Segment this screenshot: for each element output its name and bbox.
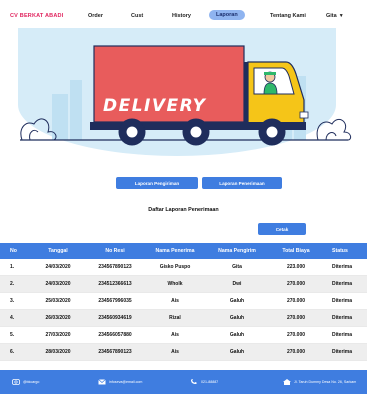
table-cell: 234567996035	[98, 298, 132, 304]
table-cell: 5.	[10, 332, 15, 338]
table-cell: 270.000	[286, 315, 306, 321]
laporan-penerimaan-button[interactable]: Laporan Penerimaan	[202, 177, 282, 189]
table-cell: 234566057880	[98, 332, 132, 338]
chevron-down-icon: ▼	[338, 13, 344, 19]
table-cell: 1.	[10, 264, 15, 270]
table-cell: 234567890123	[98, 349, 132, 355]
table-cell: 270.000	[286, 349, 306, 355]
table-cell: 223.000	[286, 264, 306, 270]
footer: @bkcargo infoseva@email.com 021-88887 Jl…	[0, 370, 367, 394]
table-cell: 234567890123	[98, 264, 132, 270]
table-body: 1. 24/03/2020 234567890123 Gisko Puspo Gita 2…	[0, 259, 367, 361]
table-cell: 26/03/2020	[45, 315, 71, 321]
footer-address-text: Jl. Taruh Dummy Desa No. 26, Sarkam	[294, 380, 357, 384]
nav-item-tentang-kami[interactable]: Tentang Kami	[270, 13, 306, 19]
table-cell: 3.	[10, 298, 15, 304]
footer-email-text: infoseva@email.com	[109, 380, 143, 384]
nav-item-cust[interactable]: Cust	[131, 13, 143, 19]
table-cell: 24/03/2020	[45, 264, 71, 270]
footer-instagram[interactable]: @bkcargo	[12, 379, 39, 385]
table-cell: Diterima	[332, 349, 353, 355]
table-cell: 24/03/2020	[45, 281, 71, 287]
table-cell: 28/03/2020	[45, 349, 71, 355]
table-row[interactable]: 4. 26/03/2020 234560934619 Rizal Galuh 270.00…	[0, 310, 367, 327]
table-cell: Ais	[171, 332, 179, 338]
hero-banner: DELIVERY	[0, 28, 367, 170]
home-icon	[283, 379, 291, 385]
column-header[interactable]: Total Biaya	[270, 248, 322, 254]
nav-item-order[interactable]: Order	[88, 13, 103, 19]
brand-logo-text[interactable]: CV BERKAT ABADI	[10, 13, 63, 19]
table-cell: Diterima	[332, 315, 353, 321]
table-row[interactable]: 5. 27/03/2020 234566057880 Ais Galuh 270.000 D…	[0, 327, 367, 344]
table-cell: Ais	[171, 349, 179, 355]
column-header[interactable]: Nama Pengirim	[204, 248, 270, 254]
column-header[interactable]: No Resi	[84, 248, 146, 254]
table-cell: Galuh	[229, 349, 245, 355]
mail-icon	[98, 379, 106, 385]
truck-delivery-text: DELIVERY	[103, 96, 207, 116]
footer-phone[interactable]: 021-88887	[190, 379, 218, 385]
table-cell: Galuh	[229, 332, 245, 338]
report-title: Daftar Laporan Penerimaan	[148, 207, 219, 213]
footer-instagram-text: @bkcargo	[23, 380, 40, 384]
column-header[interactable]: No	[0, 248, 32, 254]
table-cell: Diterima	[332, 281, 353, 287]
table-row[interactable]: 6. 28/03/2020 234567890123 Ais Galuh 270.000 D…	[0, 344, 367, 361]
table-cell: Wholk	[167, 281, 183, 287]
phone-icon	[191, 379, 197, 384]
nav-item-history[interactable]: History	[172, 13, 191, 19]
user-menu[interactable]: Gita ▼	[326, 13, 344, 19]
table-cell: 270.000	[286, 298, 306, 304]
table-cell: Gita	[232, 264, 242, 270]
table-row[interactable]: 2. 24/03/2020 234512366613 Wholk Dwi 270.000 D…	[0, 276, 367, 293]
table-cell: 25/03/2020	[45, 298, 71, 304]
table-cell: Diterima	[332, 264, 353, 270]
table-cell: Rizal	[169, 315, 181, 321]
table-cell: 27/03/2020	[45, 332, 71, 338]
table-cell: 270.000	[286, 281, 306, 287]
table-cell: Galuh	[229, 315, 245, 321]
table-cell: 6.	[10, 349, 15, 355]
user-menu-label: Gita	[326, 13, 337, 19]
table-header: No Tanggal No Resi Nama Penerima Nama Pe…	[0, 243, 367, 259]
table-cell: 234560934619	[98, 315, 132, 321]
column-header[interactable]: Nama Penerima	[146, 248, 204, 254]
laporan-pengiriman-button[interactable]: Laporan Pengiriman	[116, 177, 198, 189]
table-cell: 2.	[10, 281, 15, 287]
nav-item-laporan[interactable]: Laporan	[209, 10, 245, 20]
table-cell: Ais	[171, 298, 179, 304]
table-cell: Galuh	[229, 298, 245, 304]
footer-phone-text: 021-88887	[201, 380, 219, 384]
table-cell: Gisko Puspo	[159, 264, 191, 270]
column-header[interactable]: Status	[322, 248, 367, 254]
table-cell: Diterima	[332, 298, 353, 304]
print-button[interactable]: Cetak	[258, 223, 306, 235]
table-cell: 270.000	[286, 332, 306, 338]
footer-address[interactable]: Jl. Taruh Dummy Desa No. 26, Sarkam	[283, 379, 356, 385]
column-header[interactable]: Tanggal	[32, 248, 84, 254]
table-row[interactable]: 3. 25/03/2020 234567996035 Ais Galuh 270.000 D…	[0, 293, 367, 310]
table-row[interactable]: 1. 24/03/2020 234567890123 Gisko Puspo Gita 2…	[0, 259, 367, 276]
report-table: No Tanggal No Resi Nama Penerima Nama Pe…	[0, 243, 367, 361]
footer-email[interactable]: infoseva@email.com	[98, 379, 142, 385]
table-cell: Diterima	[332, 332, 353, 338]
table-cell: 4.	[10, 315, 15, 321]
table-cell: Dwi	[232, 281, 242, 287]
table-cell: 234512366613	[98, 281, 132, 287]
instagram-icon	[12, 379, 20, 385]
